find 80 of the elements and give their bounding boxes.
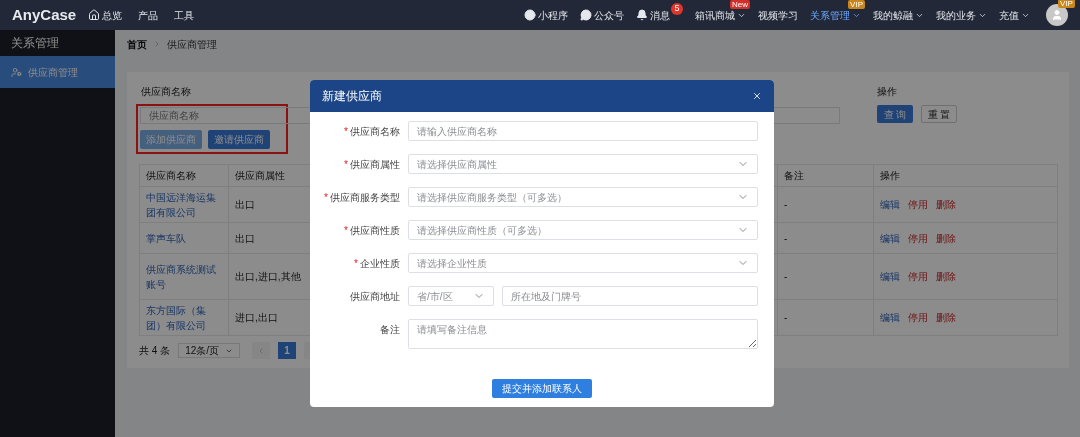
action-link[interactable]: 停用 (908, 269, 928, 284)
tag-badge: VIP (1058, 0, 1075, 8)
action-link[interactable]: 删除 (936, 269, 956, 284)
page-button[interactable]: 1 (278, 342, 297, 359)
close-button[interactable] (752, 91, 762, 101)
action-link[interactable]: 停用 (908, 310, 928, 325)
nav-link[interactable]: 产品 (138, 7, 159, 23)
query-button[interactable]: 查 询 (877, 105, 913, 123)
action-link[interactable]: 停用 (908, 230, 928, 246)
required-mark: * (344, 157, 348, 172)
chevron-right-icon (153, 40, 161, 48)
column-header: 操作 (873, 164, 1058, 187)
nav-link[interactable]: 小程序 (524, 7, 568, 23)
modal-title: 新建供应商 (322, 88, 382, 105)
tag-badge: New (730, 0, 750, 9)
action-link[interactable]: 编辑 (880, 230, 900, 246)
total-count: 共 4 条 (139, 344, 171, 358)
logo: AnyCase (12, 4, 77, 25)
action-link[interactable]: 停用 (908, 197, 928, 212)
table-cell: - (777, 186, 874, 223)
filter-label: 供应商名称 (141, 85, 192, 99)
column-header: 备注 (777, 164, 874, 187)
nav-link[interactable]: 箱讯商城 (695, 7, 746, 23)
chat-bubble-icon (580, 9, 592, 21)
column-header: 供应商名称 (139, 164, 229, 187)
nav-link[interactable]: 充值 (999, 7, 1030, 23)
breadcrumb-item[interactable]: 首页 (127, 36, 147, 52)
breadcrumb-item: 供应商管理 (167, 37, 217, 52)
tag-badge: VIP (848, 0, 865, 9)
count-badge: 5 (671, 3, 683, 15)
action-link[interactable]: 编辑 (880, 197, 900, 212)
required-mark: * (344, 124, 348, 139)
user-icon (1051, 9, 1063, 21)
select-field[interactable]: 请选择企业性质 (408, 253, 758, 273)
reset-button[interactable]: 重 置 (921, 105, 957, 123)
sidebar-title: 关系管理 (10, 35, 60, 52)
required-mark: * (324, 190, 328, 205)
field-label: 供应商地址 (350, 289, 400, 304)
region-select[interactable]: 省/市/区 (408, 286, 494, 306)
action-link[interactable]: 删除 (936, 197, 956, 212)
select-field[interactable]: 请选择供应商性质（可多选） (408, 220, 758, 240)
filter-label: 操作 (877, 85, 898, 99)
nav-link[interactable]: 我的鲸融 (873, 7, 924, 23)
nav-link[interactable]: 我的业务 (936, 7, 987, 23)
home-icon (88, 9, 101, 21)
required-mark: * (354, 256, 358, 271)
field-label: 企业性质 (360, 256, 400, 271)
bell-icon (636, 9, 648, 21)
input-field[interactable]: 请输入供应商名称 (408, 121, 758, 141)
field-label: 备注 (380, 322, 400, 337)
select-field[interactable]: 请选择供应商属性 (408, 154, 758, 174)
select-field[interactable]: 请选择供应商服务类型（可多选） (408, 187, 758, 207)
nav-link[interactable]: 工具 (174, 7, 195, 23)
close-icon (752, 91, 762, 101)
avatar[interactable] (1046, 4, 1068, 26)
nav-link[interactable]: 总览 (88, 7, 123, 23)
nav-link[interactable]: 关系管理 (810, 7, 861, 23)
table-cell: - (777, 299, 874, 336)
page-size-select[interactable]: 12条/页 (178, 343, 241, 358)
user-icon (11, 66, 22, 78)
nav-link[interactable]: 消息 (636, 7, 670, 23)
invite-supplier-button[interactable]: 邀请供应商 (208, 130, 270, 149)
table-cell: - (777, 253, 874, 300)
field-label: 供应商属性 (350, 157, 400, 172)
action-link[interactable]: 编辑 (880, 310, 900, 325)
address-field[interactable]: 所在地及门牌号 (502, 286, 758, 306)
field-label: 供应商性质 (350, 223, 400, 238)
submit-button[interactable]: 提交并添加联系人 (492, 379, 592, 398)
remark-field[interactable]: 请填写备注信息 (408, 319, 758, 349)
action-link[interactable]: 编辑 (880, 269, 900, 284)
circle-icon (524, 9, 536, 21)
table-cell: - (777, 222, 874, 254)
action-link[interactable]: 删除 (936, 230, 956, 246)
nav-link[interactable]: 视频学习 (758, 7, 798, 23)
action-link[interactable]: 删除 (936, 310, 956, 325)
field-label: 供应商服务类型 (330, 190, 400, 205)
field-label: 供应商名称 (350, 124, 400, 139)
required-mark: * (344, 223, 348, 238)
sidebar-item[interactable]: 供应商管理 (0, 56, 115, 88)
nav-link[interactable]: 公众号 (580, 7, 624, 23)
